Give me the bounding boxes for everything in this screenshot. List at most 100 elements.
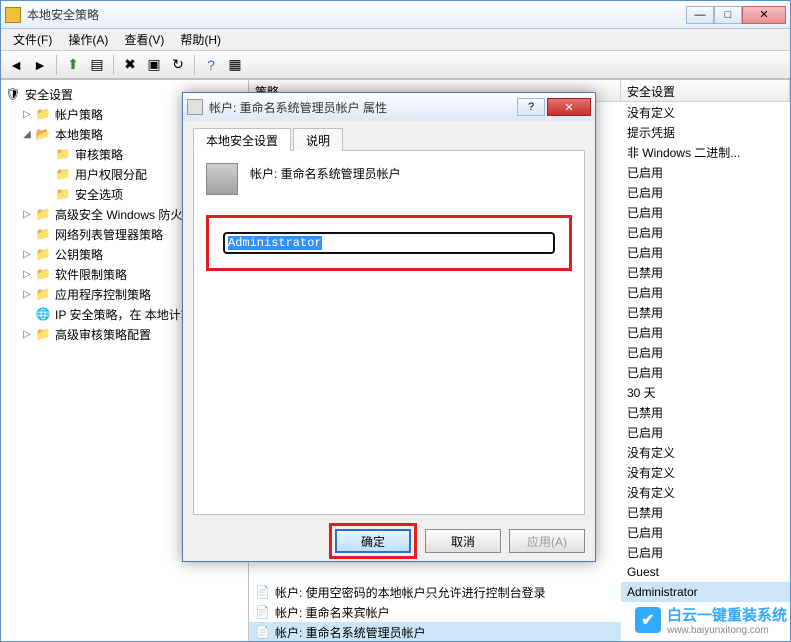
cancel-button[interactable]: 取消 [425,529,501,553]
list-item[interactable]: 已启用 [621,162,790,182]
list-item[interactable]: 没有定义 [621,482,790,502]
back-icon[interactable]: ◄ [5,54,27,76]
properties-icon[interactable]: ▤ [86,54,108,76]
tree-label: 本地策略 [55,126,103,143]
list-item-selected[interactable]: 📄帐户: 重命名系统管理员帐户 [249,622,621,641]
list-item[interactable]: 已禁用 [621,262,790,282]
list-item[interactable]: 已禁用 [621,502,790,522]
list-item[interactable]: Guest [621,562,790,582]
dialog-icon [187,99,203,115]
chevron-right-icon[interactable]: ▷ [21,108,33,120]
tab-local-security[interactable]: 本地安全设置 [193,128,291,151]
export-icon[interactable]: ▣ [143,54,165,76]
forward-icon[interactable]: ► [29,54,51,76]
window-title: 本地安全策略 [27,6,686,23]
list-item[interactable]: 没有定义 [621,102,790,122]
watermark-url: www.baiyunxitong.com [667,625,787,636]
tree-label: 应用程序控制策略 [55,286,151,303]
chevron-right-icon[interactable]: ▷ [21,208,33,220]
folder-icon: 📁 [35,286,51,302]
list-item[interactable]: 30 天 [621,382,790,402]
tree-label: 公钥策略 [55,246,103,263]
tree-label: 帐户策略 [55,106,103,123]
list-item[interactable]: 没有定义 [621,442,790,462]
list-item[interactable]: 非 Windows 二进制... [621,142,790,162]
admin-name-input[interactable] [223,232,555,254]
list-item[interactable]: 📄帐户: 使用空密码的本地帐户只允许进行控制台登录 [249,582,621,602]
chevron-down-icon[interactable]: ◢ [21,128,33,140]
titlebar: 本地安全策略 — □ ✕ [1,1,790,29]
close-button[interactable]: ✕ [742,6,786,24]
folder-icon: 📁 [35,106,51,122]
list-item[interactable]: 已启用 [621,242,790,262]
list-item[interactable]: 已启用 [621,362,790,382]
policy-label: 帐户: 重命名系统管理员帐户 [250,163,401,182]
menu-action[interactable]: 操作(A) [60,29,116,50]
refresh-icon[interactable]: ↻ [167,54,189,76]
list-item[interactable]: 已启用 [621,542,790,562]
folder-icon: 📁 [35,226,51,242]
delete-icon[interactable]: ✖ [119,54,141,76]
tree-label: 用户权限分配 [75,166,147,183]
dialog-titlebar[interactable]: 帐户: 重命名系统管理员帐户 属性 ? ✕ [183,93,595,121]
list-item-selected[interactable]: Administrator [621,582,790,602]
folder-icon: 📁 [55,146,71,162]
folder-icon: 📁 [55,166,71,182]
server-icon [206,163,238,195]
list-item[interactable]: 已启用 [621,422,790,442]
list-item[interactable]: 没有定义 [621,462,790,482]
list-item[interactable]: 已禁用 [621,402,790,422]
menu-file[interactable]: 文件(F) [5,29,60,50]
apply-button[interactable]: 应用(A) [509,529,585,553]
tab-strip: 本地安全设置 说明 [193,127,585,151]
watermark: ✔ 白云一键重装系统 www.baiyunxitong.com [635,604,787,636]
policy-icon: 📄 [255,585,271,599]
list-item[interactable]: 已启用 [621,342,790,362]
policy-icon: 📄 [255,625,271,639]
chevron-right-icon[interactable]: ▷ [21,248,33,260]
input-highlight-box [206,215,572,271]
ok-highlight-box: 确定 [329,523,417,559]
minimize-button[interactable]: — [686,6,714,24]
list-item[interactable]: 已启用 [621,522,790,542]
chevron-right-icon[interactable]: ▷ [21,288,33,300]
chevron-right-icon[interactable]: ▷ [21,268,33,280]
policy-icon: 📄 [255,605,271,619]
tree-label: 审核策略 [75,146,123,163]
up-icon[interactable]: ⬆ [62,54,84,76]
tree-label: 安全选项 [75,186,123,203]
list-item[interactable]: 📄帐户: 重命名来宾帐户 [249,602,621,622]
tree-label: 软件限制策略 [55,266,127,283]
properties-dialog: 帐户: 重命名系统管理员帐户 属性 ? ✕ 本地安全设置 说明 帐户: 重命名系… [182,92,596,562]
ok-button[interactable]: 确定 [335,529,411,553]
toolbar: ◄ ► ⬆ ▤ ✖ ▣ ↻ ? ▦ [1,51,790,79]
list-item[interactable]: 已启用 [621,322,790,342]
dialog-close-button[interactable]: ✕ [547,98,591,116]
tree-label: 高级安全 Windows 防火 [55,206,182,223]
setting-column[interactable]: 安全设置 没有定义提示凭据非 Windows 二进制...已启用已启用已启用已启… [621,80,790,641]
list-item[interactable]: 已禁用 [621,302,790,322]
list-icon[interactable]: ▦ [224,54,246,76]
dialog-help-button[interactable]: ? [517,98,545,116]
tree-root-label: 安全设置 [25,86,73,103]
maximize-button[interactable]: □ [714,6,742,24]
help-icon[interactable]: ? [200,54,222,76]
folder-icon: 📁 [35,206,51,222]
list-item[interactable]: 已启用 [621,282,790,302]
chevron-right-icon[interactable]: ▷ [21,328,33,340]
column-header-setting[interactable]: 安全设置 [621,80,790,102]
list-item[interactable]: 已启用 [621,222,790,242]
tree-label: 网络列表管理器策略 [55,226,163,243]
list-item[interactable]: 已启用 [621,202,790,222]
menu-view[interactable]: 查看(V) [116,29,172,50]
watermark-text: 白云一键重装系统 [667,604,787,625]
globe-icon: 🌐 [35,306,51,322]
folder-icon: 📁 [35,246,51,262]
bird-icon: ✔ [635,607,661,633]
tab-explain[interactable]: 说明 [293,128,343,151]
shield-icon: 🛡 [5,86,21,102]
list-item[interactable]: 已启用 [621,182,790,202]
menu-help[interactable]: 帮助(H) [172,29,229,50]
list-item[interactable]: 提示凭据 [621,122,790,142]
folder-icon: 📁 [35,266,51,282]
